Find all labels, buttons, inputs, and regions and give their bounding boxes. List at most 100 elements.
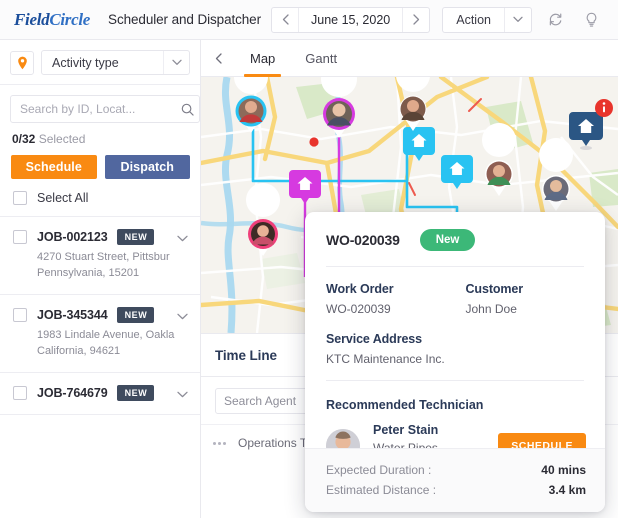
job-header: JOB-002123 NEW bbox=[13, 229, 192, 245]
list-item[interactable]: JOB-345344 NEW 1983 Lindale Avenue, Oakl… bbox=[0, 295, 200, 374]
job-id: JOB-764679 bbox=[37, 386, 108, 401]
dot bbox=[223, 441, 226, 445]
job-id: JOB-002123 bbox=[37, 230, 108, 244]
tab-gantt[interactable]: Gantt bbox=[290, 40, 352, 77]
lightbulb-icon bbox=[586, 12, 596, 27]
field-value: John Doe bbox=[465, 302, 517, 316]
job-header: JOB-345344 NEW bbox=[13, 307, 192, 324]
jobs-sidebar: Activity type Search by ID, Locat... 0/3… bbox=[0, 40, 222, 518]
selected-count-suffix: Selected bbox=[38, 132, 86, 146]
technician-name: Peter Stain bbox=[373, 423, 439, 437]
chevron-left-icon bbox=[215, 52, 222, 64]
expand-job-button[interactable] bbox=[177, 385, 188, 403]
status-badge: NEW bbox=[116, 385, 155, 402]
list-item[interactable]: JOB-764679 NEW bbox=[0, 373, 200, 416]
waypoint-dot bbox=[309, 137, 319, 147]
field-label: Service Address bbox=[326, 332, 423, 346]
footer-value: 3.4 km bbox=[548, 483, 586, 497]
popup-work-order-number: WO-020039 bbox=[326, 232, 400, 248]
recommended-technician-label: Recommended Technician bbox=[326, 398, 484, 412]
search-icon-wrap bbox=[175, 103, 199, 116]
expand-job-button[interactable] bbox=[177, 307, 188, 325]
selected-count-value: 0/32 bbox=[12, 132, 36, 146]
field-work-order: Work Order WO-020039 bbox=[326, 282, 466, 316]
refresh-icon bbox=[549, 13, 561, 26]
work-order-popup: WO-020039 New Work Order WO-020039 Custo… bbox=[305, 212, 605, 512]
select-all-row[interactable]: Select All bbox=[0, 179, 200, 217]
select-all-checkbox[interactable] bbox=[13, 191, 27, 205]
logo-field: Field bbox=[14, 9, 50, 29]
search-row bbox=[0, 85, 222, 123]
schedule-button[interactable]: Schedule bbox=[11, 155, 97, 179]
dot bbox=[218, 441, 221, 445]
chevron-down-icon bbox=[177, 235, 188, 242]
map-tab-bar: Map Gantt bbox=[201, 40, 618, 77]
top-bar-controls: June 15, 2020 Action bbox=[271, 0, 618, 40]
status-badge: New bbox=[419, 229, 476, 251]
expand-job-button[interactable] bbox=[177, 229, 188, 247]
activity-type-label: Activity type bbox=[52, 55, 119, 70]
action-dropdown-label: Action bbox=[456, 12, 491, 27]
field-customer: Customer John Doe bbox=[466, 282, 606, 316]
dispatch-button[interactable]: Dispatch bbox=[104, 155, 190, 179]
footer-distance: Estimated Distance : 3.4 km bbox=[326, 483, 586, 497]
job-address: 1983 Lindale Avenue, Oakla California, 9… bbox=[37, 328, 192, 359]
top-bar: FieldCircle Scheduler and Dispatcher Jun… bbox=[0, 0, 618, 40]
footer-value: 40 mins bbox=[541, 463, 586, 477]
date-navigator: June 15, 2020 bbox=[271, 6, 431, 33]
field-value: KTC Maintenance Inc. bbox=[326, 352, 445, 366]
selected-count: 0/32 Selected bbox=[0, 123, 200, 146]
chevron-down-icon bbox=[513, 16, 523, 22]
job-address-line1: 1983 Lindale Avenue, Oakla bbox=[37, 329, 175, 342]
next-date-button[interactable] bbox=[403, 8, 429, 32]
select-all-label: Select All bbox=[37, 191, 89, 205]
job-id: JOB-345344 bbox=[37, 308, 108, 323]
action-dropdown-toggle[interactable] bbox=[505, 8, 531, 32]
footer-label: Estimated Distance : bbox=[326, 483, 437, 497]
status-badge: NEW bbox=[116, 229, 155, 245]
job-checkbox[interactable] bbox=[13, 230, 27, 244]
current-date[interactable]: June 15, 2020 bbox=[299, 13, 402, 27]
action-buttons-row: Schedule Dispatch bbox=[0, 146, 200, 179]
dots-menu-icon[interactable] bbox=[213, 441, 226, 445]
search-icon bbox=[181, 103, 194, 116]
job-header: JOB-764679 NEW bbox=[13, 385, 192, 402]
job-address-line2: California, 94621 bbox=[37, 344, 121, 357]
chevron-down-icon bbox=[177, 392, 188, 398]
action-dropdown[interactable]: Action bbox=[442, 6, 532, 33]
field-service-address: Service Address KTC Maintenance Inc. bbox=[305, 316, 605, 366]
activity-filter-row: Activity type bbox=[0, 40, 200, 85]
popup-header: WO-020039 New bbox=[305, 212, 605, 251]
chevron-down-icon bbox=[171, 59, 182, 65]
map-pin-icon bbox=[17, 56, 27, 69]
job-list: JOB-002123 NEW 4270 Stuart Street, Pitts… bbox=[0, 217, 200, 416]
activity-type-toggle[interactable] bbox=[163, 51, 189, 74]
job-address-line2: Pennsylvania, 15201 bbox=[37, 266, 140, 279]
prev-date-button[interactable] bbox=[272, 8, 298, 32]
collapse-panel-button[interactable] bbox=[201, 40, 235, 77]
tab-map[interactable]: Map bbox=[235, 40, 290, 77]
popup-footer: Expected Duration : 40 mins Estimated Di… bbox=[305, 448, 605, 512]
field-value: WO-020039 bbox=[326, 302, 391, 316]
app-logo[interactable]: FieldCircle bbox=[14, 10, 90, 30]
footer-duration: Expected Duration : 40 mins bbox=[326, 463, 586, 477]
popup-fields: Work Order WO-020039 Customer John Doe bbox=[305, 267, 605, 316]
job-checkbox[interactable] bbox=[13, 386, 27, 401]
search-field-wrap[interactable] bbox=[10, 95, 200, 123]
page-title: Scheduler and Dispatcher bbox=[108, 12, 261, 27]
status-badge: NEW bbox=[116, 307, 155, 324]
map-pin-button[interactable] bbox=[10, 50, 34, 75]
chevron-down-icon bbox=[177, 313, 188, 320]
search-input[interactable] bbox=[11, 102, 175, 116]
field-label: Work Order bbox=[326, 282, 394, 296]
job-address-line1: 4270 Stuart Street, Pittsbur bbox=[37, 251, 170, 263]
field-label: Customer bbox=[465, 282, 524, 296]
job-checkbox[interactable] bbox=[13, 308, 27, 323]
chevron-right-icon bbox=[413, 14, 419, 25]
activity-type-select[interactable]: Activity type bbox=[41, 50, 190, 75]
job-address: 4270 Stuart Street, Pittsbur Pennsylvani… bbox=[37, 250, 192, 281]
dot bbox=[213, 441, 216, 445]
hints-button[interactable] bbox=[578, 7, 604, 33]
list-item[interactable]: JOB-002123 NEW 4270 Stuart Street, Pitts… bbox=[0, 217, 200, 296]
refresh-button[interactable] bbox=[542, 7, 568, 33]
